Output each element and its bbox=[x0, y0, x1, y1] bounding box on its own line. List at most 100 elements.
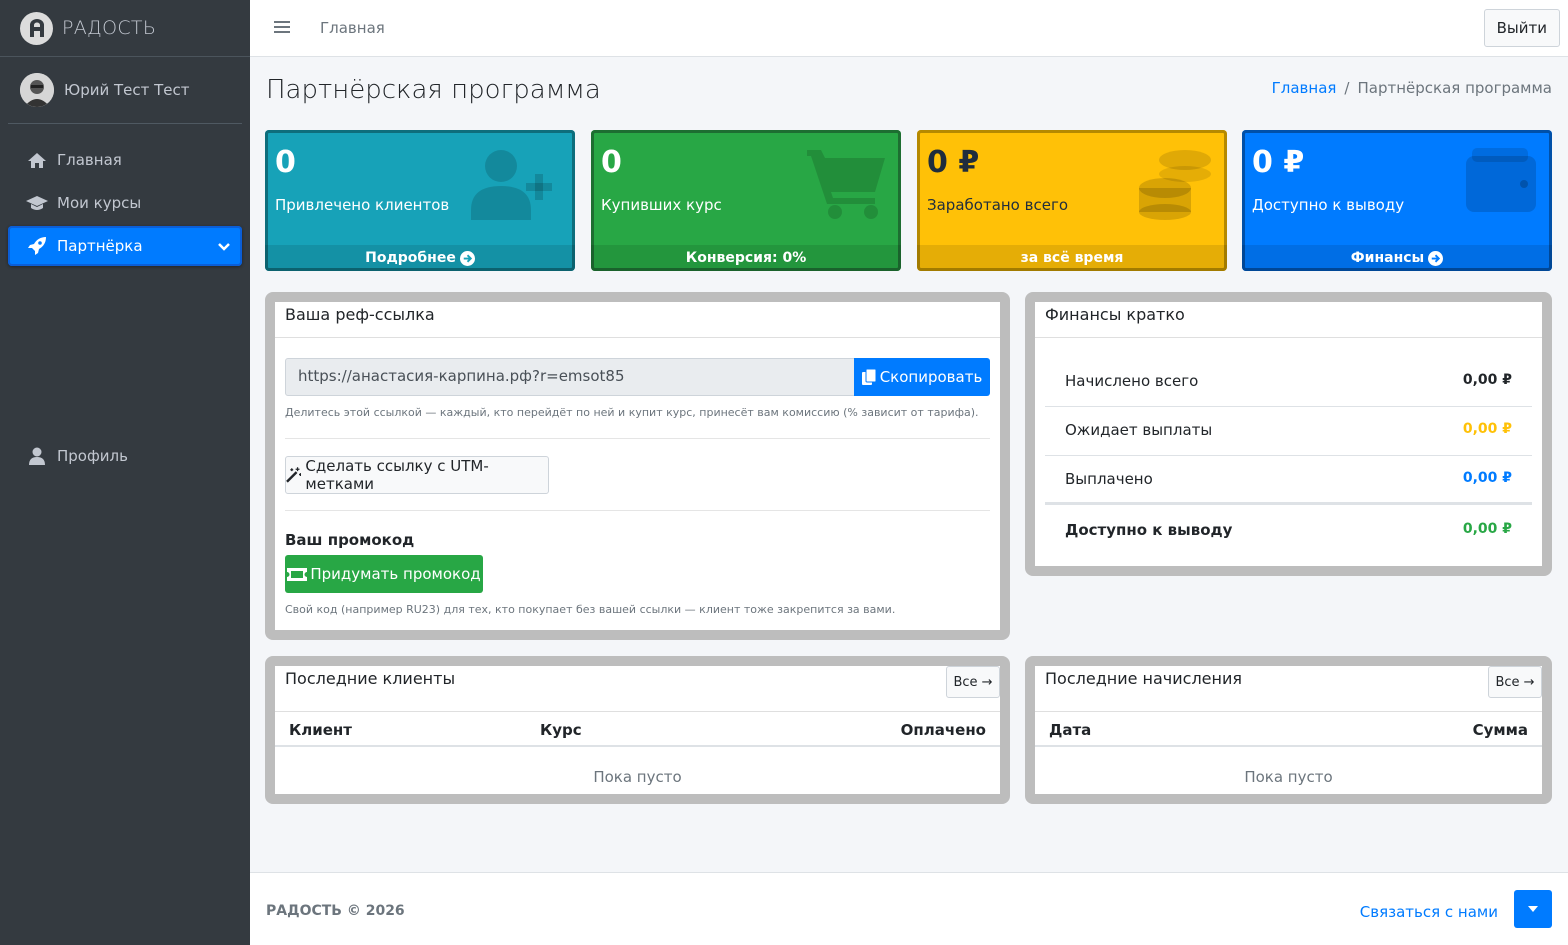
stat-finance-link[interactable]: Финансы bbox=[1242, 245, 1552, 271]
column-header-course: Курс bbox=[540, 721, 582, 739]
page-title: Партнёрская программа bbox=[266, 75, 601, 105]
empty-state: Пока пусто bbox=[593, 768, 682, 786]
empty-state: Пока пусто bbox=[1244, 768, 1333, 786]
finance-row-pending: Ожидает выплаты 0,00 ₽ bbox=[1045, 407, 1532, 456]
graduation-cap-icon bbox=[26, 193, 48, 213]
sidebar-item-profile[interactable]: Профиль bbox=[8, 436, 242, 476]
sidebar-item-home[interactable]: Главная bbox=[8, 140, 242, 180]
finance-row-accrued: Начислено всего 0,00 ₽ bbox=[1045, 358, 1532, 407]
avatar bbox=[20, 73, 54, 107]
column-header-amount: Сумма bbox=[1472, 721, 1528, 739]
column-header-client: Клиент bbox=[289, 721, 352, 739]
finance-label: Выплачено bbox=[1065, 470, 1153, 488]
stat-label: Заработано всего bbox=[927, 196, 1069, 214]
stat-period: за всё время bbox=[917, 245, 1227, 271]
user-panel[interactable]: Юрий Тест Тест bbox=[8, 57, 242, 124]
brand-logo-icon bbox=[20, 11, 53, 45]
top-navbar: Главная Выйти bbox=[250, 0, 1568, 57]
user-icon bbox=[26, 446, 48, 466]
promo-button-label: Придумать промокод bbox=[310, 565, 481, 583]
finance-summary-card: Финансы кратко Начислено всего 0,00 ₽ Ож… bbox=[1025, 292, 1552, 576]
table-header-line bbox=[1035, 745, 1542, 747]
coins-icon bbox=[1137, 148, 1213, 224]
sidebar: РАДОСТЬ Юрий Тест Тест Главная Мои курсы… bbox=[0, 0, 250, 945]
sidebar-item-label: Главная bbox=[57, 151, 122, 169]
contact-dropdown-button[interactable] bbox=[1514, 890, 1552, 928]
finance-value: 0,00 ₽ bbox=[1462, 372, 1512, 388]
finance-row-available: Доступно к выводу 0,00 ₽ bbox=[1045, 507, 1532, 556]
sidebar-item-partner[interactable]: Партнёрка bbox=[8, 226, 242, 266]
chevron-down-icon bbox=[218, 238, 230, 256]
stat-footer-text: за всё время bbox=[1020, 250, 1124, 266]
wallet-icon bbox=[1466, 148, 1538, 218]
ticket-icon bbox=[287, 567, 308, 581]
rocket-icon bbox=[26, 236, 48, 256]
brand-link[interactable]: РАДОСТЬ bbox=[0, 0, 250, 57]
card-title: Финансы кратко bbox=[1035, 302, 1542, 338]
all-accruals-button[interactable]: Все → bbox=[1488, 666, 1542, 698]
home-icon bbox=[26, 150, 48, 170]
stat-box-clients: 0 Привлечено клиентов Подробнее bbox=[265, 130, 575, 271]
finance-value: 0,00 ₽ bbox=[1462, 521, 1512, 537]
card-title: Последние начисления bbox=[1035, 666, 1542, 712]
stat-footer-text: Финансы bbox=[1350, 250, 1425, 266]
utm-button-label: Сделать ссылку с UTM-метками bbox=[305, 457, 489, 493]
user-plus-icon bbox=[471, 148, 561, 224]
stat-value: 0 bbox=[275, 145, 296, 180]
finance-value: 0,00 ₽ bbox=[1462, 470, 1512, 486]
cart-icon bbox=[807, 148, 887, 224]
brand-name: РАДОСТЬ bbox=[62, 17, 157, 39]
arrow-circle-right-icon bbox=[459, 250, 475, 266]
sidebar-item-label: Профиль bbox=[57, 447, 128, 465]
recent-clients-card: Последние клиенты Все → Клиент Курс Опла… bbox=[265, 656, 1010, 804]
stat-value: 0 ₽ bbox=[927, 145, 980, 180]
stat-label: Привлечено клиентов bbox=[275, 196, 450, 214]
copy-button-label: Скопировать bbox=[879, 368, 983, 386]
stat-value: 0 ₽ bbox=[1252, 145, 1305, 180]
card-title: Ваша реф-ссылка bbox=[275, 302, 1000, 338]
all-clients-button[interactable]: Все → bbox=[946, 666, 1000, 698]
header-home-link[interactable]: Главная bbox=[320, 19, 385, 37]
stat-box-available: 0 ₽ Доступно к выводу Финансы bbox=[1242, 130, 1552, 271]
footer: РАДОСТЬ © 2026 Связаться с нами bbox=[250, 872, 1568, 945]
breadcrumb-current: Партнёрская программа bbox=[1357, 79, 1552, 97]
stat-box-earned: 0 ₽ Заработано всего за всё время bbox=[917, 130, 1227, 271]
copy-button[interactable]: Скопировать bbox=[854, 358, 990, 396]
promo-title: Ваш промокод bbox=[285, 531, 415, 549]
copyright: РАДОСТЬ © 2026 bbox=[266, 903, 405, 919]
user-name: Юрий Тест Тест bbox=[64, 81, 190, 99]
finance-label: Ожидает выплаты bbox=[1065, 421, 1213, 439]
column-header-date: Дата bbox=[1049, 721, 1092, 739]
stat-box-buyers: 0 Купивших курс Конверсия: 0% bbox=[591, 130, 901, 271]
contact-link[interactable]: Связаться с нами bbox=[1360, 903, 1498, 921]
magic-wand-icon bbox=[286, 467, 302, 483]
sidebar-item-label: Партнёрка bbox=[57, 237, 143, 255]
card-title: Последние клиенты bbox=[275, 666, 1000, 712]
ref-link-field[interactable]: https://анастасия-карпина.рф?r=emsot85 bbox=[285, 358, 855, 396]
breadcrumb: Главная / Партнёрская программа bbox=[1272, 79, 1552, 97]
column-header-paid: Оплачено bbox=[900, 721, 986, 739]
finance-label: Начислено всего bbox=[1065, 372, 1199, 390]
finance-value: 0,00 ₽ bbox=[1462, 421, 1512, 437]
menu-toggle-icon[interactable] bbox=[274, 19, 290, 38]
ref-link-hint: Делитесь этой ссылкой — каждый, кто пере… bbox=[285, 406, 979, 419]
divider bbox=[285, 438, 990, 439]
utm-link-button[interactable]: Сделать ссылку с UTM-метками bbox=[285, 456, 549, 494]
stat-more-link[interactable]: Подробнее bbox=[265, 245, 575, 271]
stat-footer-text: Подробнее bbox=[365, 250, 456, 266]
table-header-line bbox=[275, 745, 1000, 747]
breadcrumb-separator: / bbox=[1344, 79, 1350, 97]
stat-footer-text: Конверсия: 0% bbox=[685, 250, 807, 266]
finance-label: Доступно к выводу bbox=[1065, 521, 1233, 539]
breadcrumb-home-link[interactable]: Главная bbox=[1272, 79, 1337, 97]
sidebar-item-my-courses[interactable]: Мои курсы bbox=[8, 183, 242, 223]
stat-conversion: Конверсия: 0% bbox=[591, 245, 901, 271]
stat-label: Доступно к выводу bbox=[1252, 196, 1405, 214]
finance-row-paid: Выплачено 0,00 ₽ bbox=[1045, 456, 1532, 505]
create-promo-button[interactable]: Придумать промокод bbox=[285, 555, 483, 593]
ref-link-card: Ваша реф-ссылка https://анастасия-карпин… bbox=[265, 292, 1010, 640]
logout-button[interactable]: Выйти bbox=[1483, 9, 1560, 47]
caret-down-icon bbox=[1528, 906, 1538, 912]
sidebar-nav: Главная Мои курсы Партнёрка Профиль bbox=[0, 140, 250, 476]
recent-accruals-card: Последние начисления Все → Дата Сумма По… bbox=[1025, 656, 1552, 804]
